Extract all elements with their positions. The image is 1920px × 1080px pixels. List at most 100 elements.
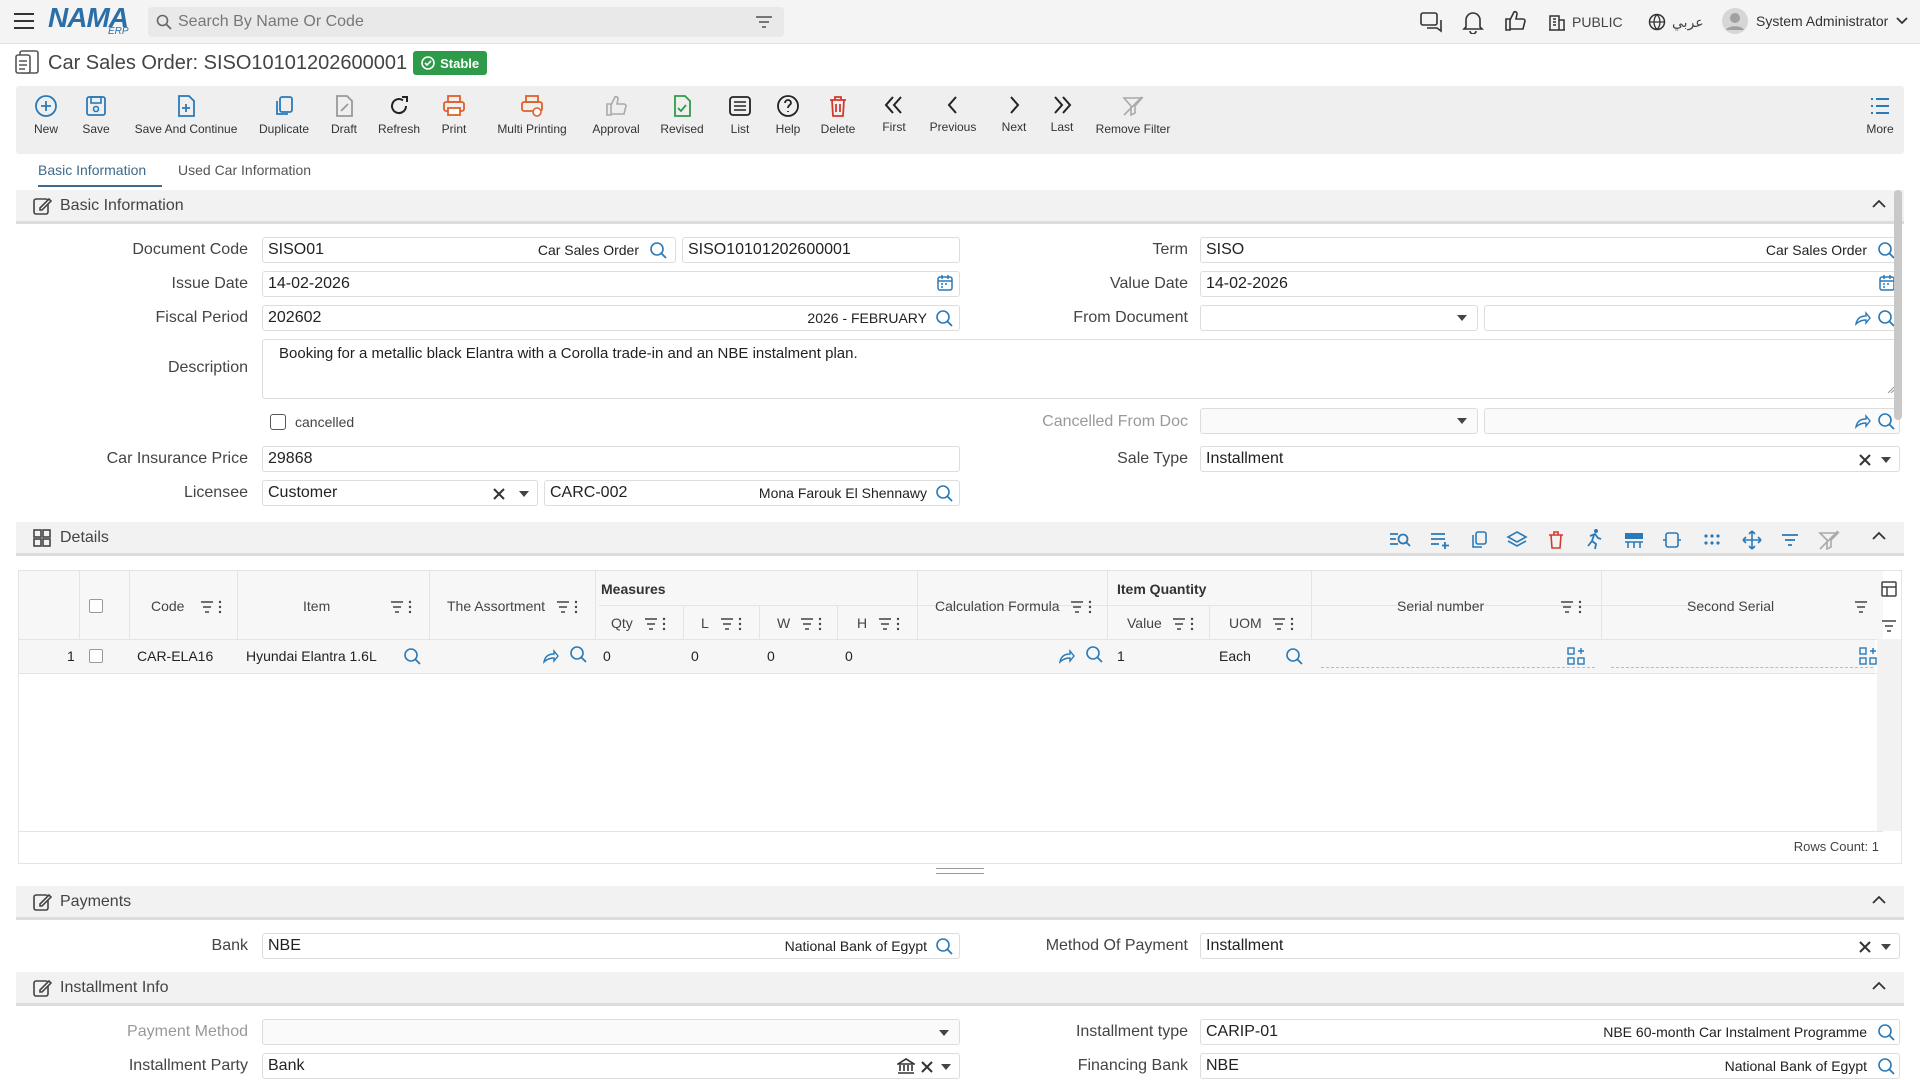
copy-row-icon[interactable] <box>1468 530 1490 550</box>
basic-information-section-header[interactable]: Basic Information <box>16 190 1904 224</box>
refresh-button[interactable]: Refresh <box>374 94 424 136</box>
clear-icon[interactable] <box>1859 941 1871 953</box>
col-header-serial-number[interactable]: Serial number <box>1397 598 1484 614</box>
installment-party-select[interactable]: Bank <box>262 1053 960 1079</box>
draft-button[interactable]: Draft <box>326 94 362 136</box>
revised-button[interactable]: Revised <box>656 94 708 136</box>
list-button[interactable]: List <box>722 94 758 136</box>
add-serial-icon[interactable] <box>1859 647 1877 665</box>
approval-button[interactable]: Approval <box>588 94 644 136</box>
run-icon[interactable] <box>1584 528 1604 550</box>
language-button[interactable]: عربي <box>1648 13 1704 31</box>
cell-item[interactable]: Hyundai Elantra 1.6L <box>246 648 377 664</box>
col-header-l[interactable]: L <box>701 615 709 631</box>
cancelled-from-doc-field[interactable] <box>1484 408 1900 434</box>
col-header-code[interactable]: Code <box>151 598 184 614</box>
fiscal-period-field[interactable]: 202602 2026 - FEBRUARY <box>262 305 960 331</box>
clear-icon[interactable] <box>493 488 505 500</box>
sale-type-select[interactable]: Installment <box>1200 446 1900 472</box>
column-filter-icon[interactable] <box>201 600 223 614</box>
cell-uom[interactable]: Each <box>1219 648 1251 664</box>
remove-filter-button[interactable]: Remove Filter <box>1092 94 1174 136</box>
page-scrollbar-thumb[interactable] <box>1894 190 1902 420</box>
col-header-w[interactable]: W <box>777 615 790 631</box>
licensee-field[interactable]: CARC-002 Mona Farouk El Shennawy <box>544 480 960 506</box>
payments-section-header[interactable]: Payments <box>16 886 1904 920</box>
column-filter-icon[interactable] <box>1173 617 1195 631</box>
search-icon[interactable] <box>569 645 587 663</box>
second-serial-input[interactable] <box>1611 667 1873 668</box>
col-header-h[interactable]: H <box>857 615 867 631</box>
user-menu[interactable]: System Administrator <box>1722 8 1908 34</box>
document-code-field[interactable]: SISO01 Car Sales Order <box>262 237 676 263</box>
filter-icon[interactable] <box>756 15 772 29</box>
issue-date-field[interactable]: 14-02-2026 <box>262 271 960 297</box>
grid-resize-handle[interactable] <box>936 868 984 874</box>
column-filter-icon[interactable] <box>879 617 901 631</box>
share-icon[interactable] <box>1853 412 1871 430</box>
column-filter-icon[interactable] <box>801 617 823 631</box>
financing-bank-field[interactable]: NBE National Bank of Egypt <box>1200 1053 1900 1079</box>
from-document-field[interactable] <box>1484 305 1900 331</box>
cell-value[interactable]: 1 <box>1117 648 1125 664</box>
lookup-icon[interactable] <box>1877 241 1895 259</box>
col-header-second-serial[interactable]: Second Serial <box>1687 598 1774 614</box>
thumbs-up-icon[interactable] <box>1504 10 1526 32</box>
chevron-up-icon[interactable] <box>1872 895 1886 905</box>
save-button[interactable]: Save <box>76 94 116 136</box>
cancelled-checkbox[interactable] <box>270 414 286 430</box>
help-button[interactable]: Help <box>770 94 806 136</box>
lookup-icon[interactable] <box>935 937 953 955</box>
lookup-icon[interactable] <box>935 309 953 327</box>
cell-w[interactable]: 0 <box>767 648 775 664</box>
dots-grid-icon[interactable] <box>1702 530 1722 550</box>
columns-icon[interactable] <box>1662 530 1682 550</box>
chevron-up-icon[interactable] <box>1872 981 1886 991</box>
last-button[interactable]: Last <box>1044 94 1080 134</box>
column-filter-icon[interactable] <box>1855 600 1869 614</box>
description-textarea[interactable]: Booking for a metallic black Elantra wit… <box>262 339 1900 399</box>
select-all-checkbox[interactable] <box>89 599 103 613</box>
table-insert-icon[interactable] <box>1622 530 1646 550</box>
multi-printing-button[interactable]: Multi Printing <box>492 94 572 136</box>
col-header-item[interactable]: Item <box>303 598 330 614</box>
method-of-payment-select[interactable]: Installment <box>1200 933 1900 959</box>
remove-filter-icon[interactable] <box>1818 530 1840 550</box>
lookup-icon[interactable] <box>1877 309 1895 327</box>
cell-code[interactable]: CAR-ELA16 <box>137 648 213 664</box>
cancelled-from-doc-type-select[interactable] <box>1200 408 1478 434</box>
lookup-icon[interactable] <box>935 484 953 502</box>
next-button[interactable]: Next <box>996 94 1032 134</box>
cell-l[interactable]: 0 <box>691 648 699 664</box>
car-insurance-price-field[interactable]: 29868 <box>262 446 960 472</box>
col-header-uom[interactable]: UOM <box>1229 615 1262 631</box>
lookup-icon[interactable] <box>1877 412 1895 430</box>
column-filter-icon[interactable] <box>1273 617 1295 631</box>
lookup-icon[interactable] <box>1877 1023 1895 1041</box>
grid-filter-icon[interactable] <box>1881 619 1897 633</box>
table-settings-icon[interactable] <box>1881 581 1897 597</box>
share-icon[interactable] <box>1853 309 1871 327</box>
col-header-value[interactable]: Value <box>1127 615 1162 631</box>
new-button[interactable]: New <box>28 94 64 136</box>
vertical-scrollbar[interactable] <box>1877 639 1901 831</box>
column-filter-icon[interactable] <box>645 617 667 631</box>
from-document-type-select[interactable] <box>1200 305 1478 331</box>
duplicate-button[interactable]: Duplicate <box>254 94 314 136</box>
tab-used-car-information[interactable]: Used Car Information <box>178 162 311 178</box>
add-serial-icon[interactable] <box>1567 647 1585 665</box>
public-button[interactable]: PUBLIC <box>1548 13 1623 31</box>
value-date-field[interactable]: 14-02-2026 <box>1200 271 1900 297</box>
cell-qty[interactable]: 0 <box>603 648 611 664</box>
layers-icon[interactable] <box>1506 530 1528 550</box>
more-button[interactable]: More <box>1862 94 1898 136</box>
cell-h[interactable]: 0 <box>845 648 853 664</box>
serial-number-input[interactable] <box>1321 667 1595 668</box>
column-filter-icon[interactable] <box>557 600 579 614</box>
chevron-up-icon[interactable] <box>1872 199 1886 209</box>
lookup-icon[interactable] <box>1285 647 1303 665</box>
first-button[interactable]: First <box>876 94 912 134</box>
clear-icon[interactable] <box>1859 454 1871 466</box>
bell-icon[interactable] <box>1462 10 1484 34</box>
installment-type-field[interactable]: CARIP-01 NBE 60-month Car Instalment Pro… <box>1200 1019 1900 1045</box>
